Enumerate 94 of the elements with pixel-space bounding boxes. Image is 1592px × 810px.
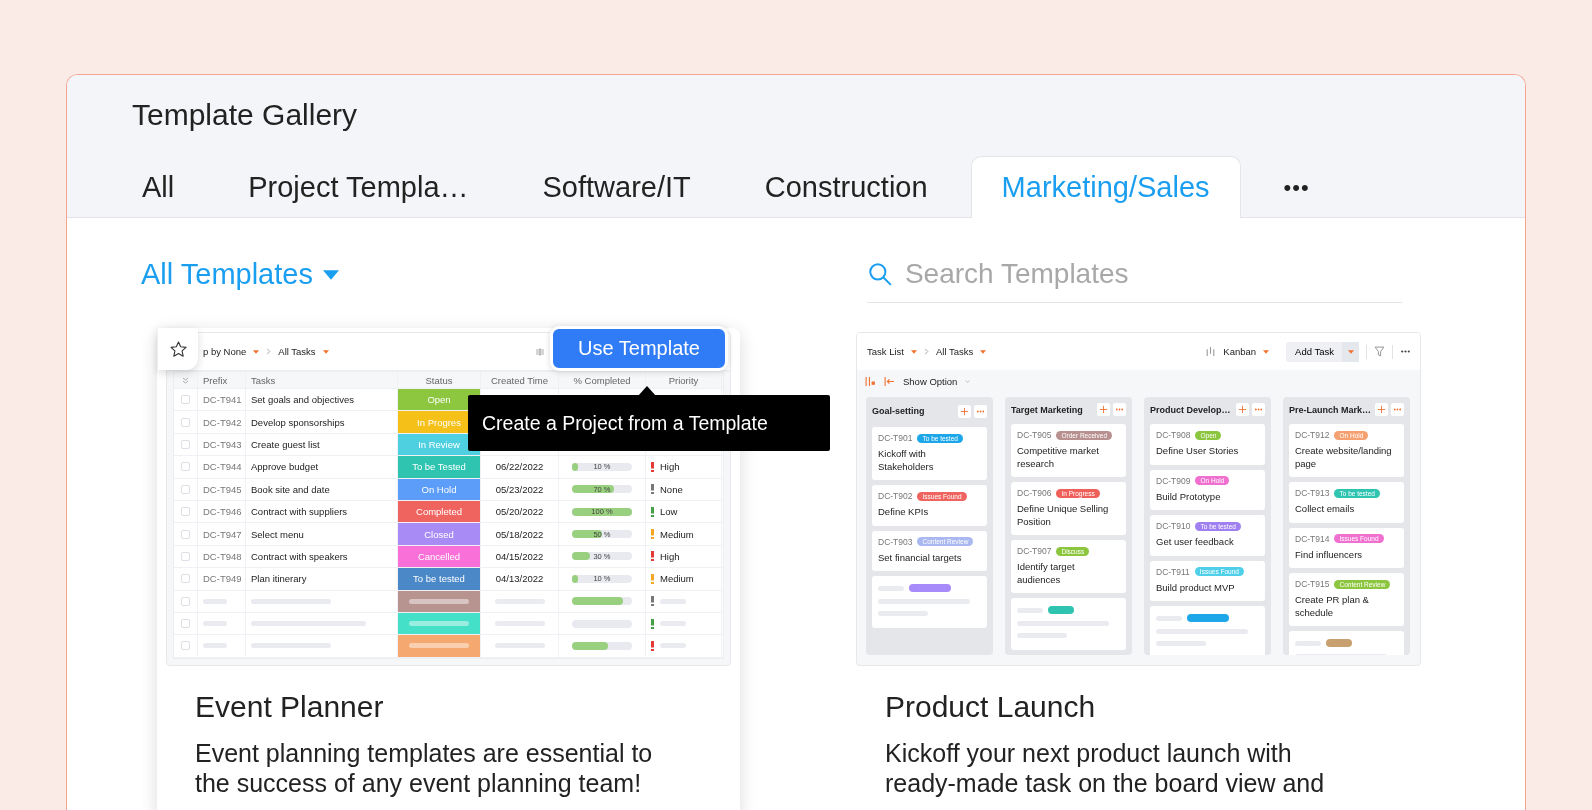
table-cell: Contract with speakers bbox=[251, 550, 348, 562]
table-cell: DC-T948 bbox=[203, 550, 242, 562]
table-cell: DC-T947 bbox=[203, 528, 242, 540]
task-id: DC-T912 bbox=[1295, 430, 1330, 440]
table-cell: Plan itinerary bbox=[251, 573, 307, 585]
status-cell: Cancelled bbox=[398, 545, 481, 568]
task-id: DC-T911 bbox=[1156, 566, 1190, 577]
tab[interactable]: Software/IT bbox=[511, 156, 722, 218]
task-title: Find influencers bbox=[1295, 548, 1364, 561]
task-title: Set financial targets bbox=[878, 551, 963, 564]
task-title: Kickoff with Stakeholders bbox=[878, 448, 935, 473]
breadcrumb-item[interactable]: All Tasks bbox=[278, 346, 316, 357]
status-cell: Completed bbox=[398, 500, 481, 523]
task-id: DC-T907 bbox=[1017, 546, 1052, 556]
task-title: Identify target audiences bbox=[1017, 561, 1076, 586]
table-cell: High bbox=[660, 550, 680, 562]
table-cell: Low bbox=[660, 506, 678, 518]
status-cell: To be tested bbox=[398, 568, 481, 590]
table-cell: Book site and date bbox=[251, 483, 330, 495]
status-cell: To be Tested bbox=[398, 456, 481, 478]
table-cell: DC-T942 bbox=[203, 416, 242, 428]
search-field[interactable]: Search Templates bbox=[902, 257, 1387, 291]
column-header: Priority bbox=[668, 374, 699, 386]
column-title: Pre-Launch Mark… bbox=[1289, 404, 1372, 415]
table-cell: Approve budget bbox=[251, 461, 319, 473]
task-id: DC-T908 bbox=[1156, 430, 1191, 440]
table-cell: Contract with suppliers bbox=[251, 506, 348, 518]
column-title: Goal-setting bbox=[872, 406, 926, 416]
task-title: Define KPIs bbox=[878, 506, 930, 519]
breadcrumb-item[interactable]: All Tasks bbox=[935, 346, 974, 357]
breadcrumb-item[interactable]: Task List bbox=[867, 346, 904, 357]
table-cell: Medium bbox=[660, 528, 694, 540]
task-id: DC-T913 bbox=[1295, 488, 1330, 498]
column-header: % Completed bbox=[573, 374, 631, 386]
breadcrumb-item[interactable]: p by None bbox=[203, 346, 247, 357]
status-cell: Closed bbox=[398, 523, 481, 545]
task-title: Get user feedback bbox=[1156, 536, 1235, 549]
column-title: Target Marketing bbox=[1011, 404, 1084, 415]
tab[interactable]: Construction bbox=[733, 156, 959, 218]
table-cell: 05/20/2022 bbox=[495, 506, 544, 518]
table-cell: Develop sponsorships bbox=[251, 416, 345, 428]
task-id: DC-T906 bbox=[1017, 488, 1052, 498]
table-cell: None bbox=[660, 483, 683, 495]
column-header: Created Time bbox=[491, 374, 548, 386]
table-cell: 06/22/2022 bbox=[495, 461, 544, 473]
task-title: Create PR plan & schedule bbox=[1295, 594, 1370, 619]
template-title: Product Launch bbox=[885, 690, 1097, 724]
task-id: DC-T909 bbox=[1156, 475, 1191, 486]
task-id: DC-T902 bbox=[878, 491, 913, 501]
task-id: DC-T903 bbox=[878, 536, 913, 547]
table-cell: Set goals and objectives bbox=[251, 394, 354, 406]
table-cell: 05/18/2022 bbox=[495, 528, 544, 540]
column-header: Tasks bbox=[251, 374, 276, 386]
tooltip-text: Create a Project from a Template bbox=[482, 411, 768, 435]
task-title: Collect emails bbox=[1295, 503, 1356, 516]
template-description: Kickoff your next product launch with ready-made task on the board view and bbox=[885, 738, 1326, 798]
show-option-dropdown[interactable]: Show Option bbox=[903, 376, 958, 387]
task-title: Competitive market research bbox=[1017, 445, 1100, 470]
task-id: DC-T915 bbox=[1295, 579, 1330, 589]
table-cell: High bbox=[660, 461, 680, 473]
more-tabs-button[interactable]: ••• bbox=[1252, 156, 1341, 218]
task-id: DC-T910 bbox=[1156, 521, 1191, 531]
tab[interactable]: Project Templa… bbox=[217, 156, 500, 218]
table-cell: Create guest list bbox=[251, 438, 320, 450]
column-header: Status bbox=[425, 374, 453, 386]
tab[interactable]: All bbox=[111, 156, 206, 218]
table-cell: DC-T941 bbox=[203, 394, 242, 406]
table-cell: Medium bbox=[660, 573, 694, 585]
table-cell: DC-T945 bbox=[203, 483, 242, 495]
template-title: Event Planner bbox=[195, 690, 385, 724]
table-cell: DC-T946 bbox=[203, 506, 242, 518]
page-title: Template Gallery bbox=[132, 98, 358, 132]
view-switcher[interactable]: Kanban bbox=[1223, 346, 1257, 357]
status-cell: On Hold bbox=[398, 478, 481, 500]
table-cell: DC-T944 bbox=[203, 461, 242, 473]
table-cell: 05/23/2022 bbox=[495, 483, 544, 495]
table-cell: DC-T943 bbox=[203, 438, 242, 450]
task-title: Define User Stories bbox=[1156, 445, 1240, 458]
column-title: Product Develop… bbox=[1150, 404, 1232, 415]
table-cell: DC-T949 bbox=[203, 573, 242, 585]
task-title: Define Unique Selling Position bbox=[1017, 503, 1110, 528]
table-cell: Select menu bbox=[251, 528, 304, 540]
table-cell: 04/15/2022 bbox=[495, 550, 544, 562]
use-template-button[interactable]: Use Template bbox=[550, 326, 728, 371]
task-title: Create website/landing page bbox=[1295, 445, 1393, 470]
add-task-button[interactable]: Add Task bbox=[1286, 341, 1359, 362]
task-id: DC-T914 bbox=[1295, 533, 1330, 544]
template-description: Event planning templates are essential to the success of any event planning team! bbox=[195, 738, 654, 798]
column-header: Prefix bbox=[203, 374, 228, 386]
table-cell: 04/13/2022 bbox=[495, 573, 544, 585]
task-title: Build product MVP bbox=[1156, 581, 1236, 594]
task-id: DC-T905 bbox=[1017, 430, 1052, 440]
task-title: Build Prototype bbox=[1156, 490, 1222, 503]
task-id: DC-T901 bbox=[878, 433, 913, 443]
